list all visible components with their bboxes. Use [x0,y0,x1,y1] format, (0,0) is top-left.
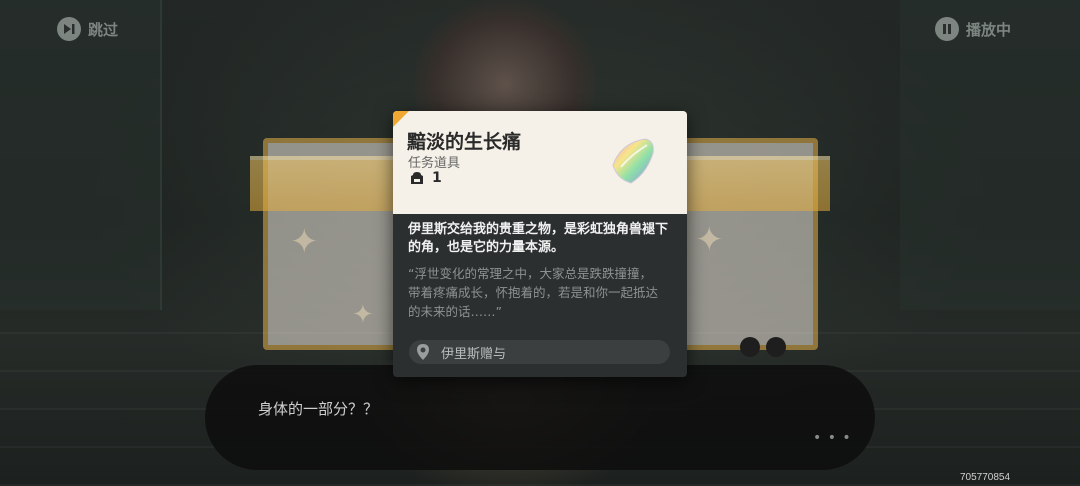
playing-label: 播放中 [966,20,1012,39]
item-description: 伊里斯交给我的贵重之物，是彩虹独角兽褪下的角，也是它的力量本源。 [408,222,669,255]
sparkle-icon: ✦ [695,220,724,260]
rarity-corner [393,111,409,127]
backpack-icon [411,172,423,184]
item-detail-card: 黯淡的生长痛 任务道具 1 伊里斯交给我的贵重之物，是彩虹独角兽褪下的角，也是它… [393,111,687,377]
watermark-id: 705770854 [960,472,1011,483]
item-name: 黯淡的生长痛 [407,131,522,153]
item-quote-line: 的未来的话……” [408,304,502,319]
pause-icon [935,17,959,41]
item-quote-line: 带着疼痛成长，怀抱着的，若是和你一起抵达 [408,285,659,300]
wall-panel [900,0,1080,310]
playing-button[interactable]: 播放中 [935,17,1011,41]
sparkle-icon: ✦ [290,222,319,262]
location-pin-icon [417,344,429,360]
skip-icon [57,17,81,41]
skip-button[interactable]: 跳过 [57,17,118,41]
item-count: 1 [409,170,442,186]
item-source: 伊里斯赠与 [409,340,670,364]
rainbow-horn-icon [612,138,654,184]
item-count-value: 1 [432,170,442,186]
sparkle-icon: ✦ [352,300,374,330]
item-source-text: 伊里斯赠与 [441,346,507,362]
item-quote-line: “浮世变化的常理之中，大家总是跌跌撞撞， [408,266,652,281]
wall-panel [0,0,162,310]
item-type: 任务道具 [408,156,461,171]
item-quote: “浮世变化的常理之中，大家总是跌跌撞撞， 带着疼痛成长，怀抱着的，若是和你一起抵… [408,264,678,321]
skip-label: 跳过 [88,20,119,39]
decoration-dots [740,337,786,357]
dialogue-text: 身体的一部分？？ [258,400,379,418]
more-options-icon[interactable]: • • • [813,430,852,446]
